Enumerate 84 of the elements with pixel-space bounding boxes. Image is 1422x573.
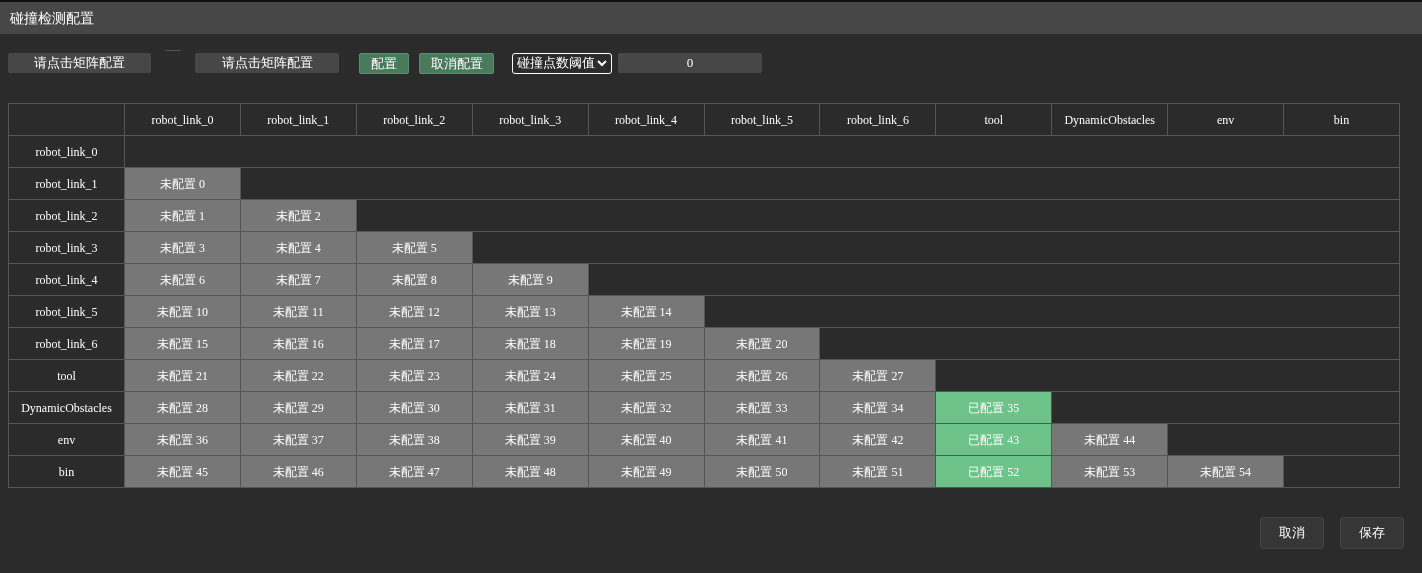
matrix-cell[interactable]: 未配置 19 xyxy=(588,327,705,360)
row-header: env xyxy=(57,432,76,447)
threshold-select[interactable]: 碰撞点数阈值 xyxy=(512,52,612,74)
matrix-cell[interactable]: 未配置 11 xyxy=(240,295,357,328)
matrix-cell[interactable]: 未配置 50 xyxy=(704,455,820,488)
column-header: robot_link_4 xyxy=(615,112,678,127)
window-title: 碰撞检测配置 xyxy=(10,8,94,28)
row-header: robot_link_5 xyxy=(35,304,98,319)
threshold-field[interactable]: 0 xyxy=(618,53,762,73)
cancel-button[interactable]: 取消 xyxy=(1260,517,1324,549)
column-header: env xyxy=(1216,112,1235,127)
matrix-cell[interactable]: 未配置 47 xyxy=(356,455,473,488)
matrix-cell[interactable]: 未配置 41 xyxy=(704,423,820,456)
matrix-cell[interactable]: 未配置 0 xyxy=(124,167,241,200)
row-header: bin xyxy=(58,464,75,479)
matrix-cell[interactable]: 未配置 6 xyxy=(124,263,241,296)
matrix-cell[interactable]: 未配置 40 xyxy=(588,423,705,456)
column-header: DynamicObstacles xyxy=(1064,112,1155,127)
matrix-cell[interactable]: 未配置 54 xyxy=(1167,455,1284,488)
matrix-cell[interactable]: 未配置 2 xyxy=(240,199,357,232)
column-header: tool xyxy=(984,112,1004,127)
matrix-cell[interactable]: 未配置 36 xyxy=(124,423,241,456)
matrix-cell[interactable]: 未配置 23 xyxy=(356,359,473,392)
matrix-cell[interactable]: 未配置 15 xyxy=(124,327,241,360)
matrix-cell[interactable]: 未配置 17 xyxy=(356,327,473,360)
save-button[interactable]: 保存 xyxy=(1340,517,1404,549)
column-header: bin xyxy=(1333,112,1350,127)
matrix-cell[interactable]: 未配置 13 xyxy=(472,295,589,328)
matrix-cell[interactable]: 未配置 42 xyxy=(819,423,936,456)
matrix-cell[interactable]: 未配置 49 xyxy=(588,455,705,488)
matrix-cell[interactable]: 未配置 37 xyxy=(240,423,357,456)
matrix-cell[interactable]: 未配置 38 xyxy=(356,423,473,456)
matrix-cell[interactable]: 未配置 30 xyxy=(356,391,473,424)
matrix-cell[interactable]: 未配置 33 xyxy=(704,391,820,424)
row-header: robot_link_2 xyxy=(35,208,98,223)
matrix-cell[interactable]: 未配置 9 xyxy=(472,263,589,296)
chevron-down-icon xyxy=(597,59,607,67)
matrix-cell[interactable]: 未配置 12 xyxy=(356,295,473,328)
matrix-cell[interactable]: 未配置 14 xyxy=(588,295,705,328)
matrix-cell[interactable]: 未配置 53 xyxy=(1051,455,1168,488)
matrix-cell[interactable]: 未配置 5 xyxy=(356,231,473,264)
matrix-cell[interactable]: 未配置 34 xyxy=(819,391,936,424)
matrix-cell[interactable]: 未配置 24 xyxy=(472,359,589,392)
column-header: robot_link_0 xyxy=(151,112,214,127)
first-link-field[interactable]: 请点击矩阵配置 xyxy=(8,53,151,73)
row-header: robot_link_4 xyxy=(35,272,98,287)
matrix-cell[interactable]: 未配置 44 xyxy=(1051,423,1168,456)
row-header: robot_link_1 xyxy=(35,176,98,191)
column-header: robot_link_2 xyxy=(383,112,446,127)
matrix-cell[interactable]: 未配置 25 xyxy=(588,359,705,392)
matrix-cell[interactable]: 未配置 28 xyxy=(124,391,241,424)
row-header: robot_link_3 xyxy=(35,240,98,255)
matrix-cell[interactable]: 未配置 10 xyxy=(124,295,241,328)
matrix-cell[interactable]: 未配置 21 xyxy=(124,359,241,392)
column-header: robot_link_3 xyxy=(499,112,562,127)
column-header: robot_link_1 xyxy=(267,112,330,127)
matrix-cell[interactable]: 未配置 7 xyxy=(240,263,357,296)
column-header: robot_link_5 xyxy=(731,112,793,127)
row-header: tool xyxy=(57,368,76,383)
matrix-cell[interactable]: 未配置 16 xyxy=(240,327,357,360)
matrix-cell[interactable]: 未配置 29 xyxy=(240,391,357,424)
row-header: robot_link_0 xyxy=(35,144,98,159)
column-header: robot_link_6 xyxy=(846,112,909,127)
matrix-cell[interactable]: 未配置 3 xyxy=(124,231,241,264)
matrix-cell[interactable]: 未配置 51 xyxy=(819,455,936,488)
unconfigure-button[interactable]: 取消配置 xyxy=(419,52,494,74)
matrix-cell[interactable]: 未配置 26 xyxy=(704,359,820,392)
second-link-field[interactable]: 请点击矩阵配置 xyxy=(195,53,339,73)
matrix-cell[interactable]: 未配置 18 xyxy=(472,327,589,360)
matrix-cell[interactable]: 未配置 31 xyxy=(472,391,589,424)
matrix-cell[interactable]: 未配置 8 xyxy=(356,263,473,296)
matrix-cell[interactable]: 未配置 4 xyxy=(240,231,357,264)
matrix-cell[interactable]: 未配置 48 xyxy=(472,455,589,488)
matrix-cell[interactable]: 未配置 39 xyxy=(472,423,589,456)
matrix-cell[interactable]: 未配置 32 xyxy=(588,391,705,424)
matrix-cell[interactable]: 未配置 22 xyxy=(240,359,357,392)
matrix-cell[interactable]: 未配置 1 xyxy=(124,199,241,232)
configure-button[interactable]: 配置 xyxy=(359,52,409,74)
row-header: robot_link_6 xyxy=(35,336,98,351)
matrix-cell[interactable]: 未配置 20 xyxy=(704,327,820,360)
matrix-cell[interactable]: 未配置 45 xyxy=(124,455,241,488)
matrix-cell[interactable]: 未配置 27 xyxy=(819,359,936,392)
row-header: DynamicObstacles xyxy=(21,400,112,415)
matrix-cell[interactable]: 未配置 46 xyxy=(240,455,357,488)
